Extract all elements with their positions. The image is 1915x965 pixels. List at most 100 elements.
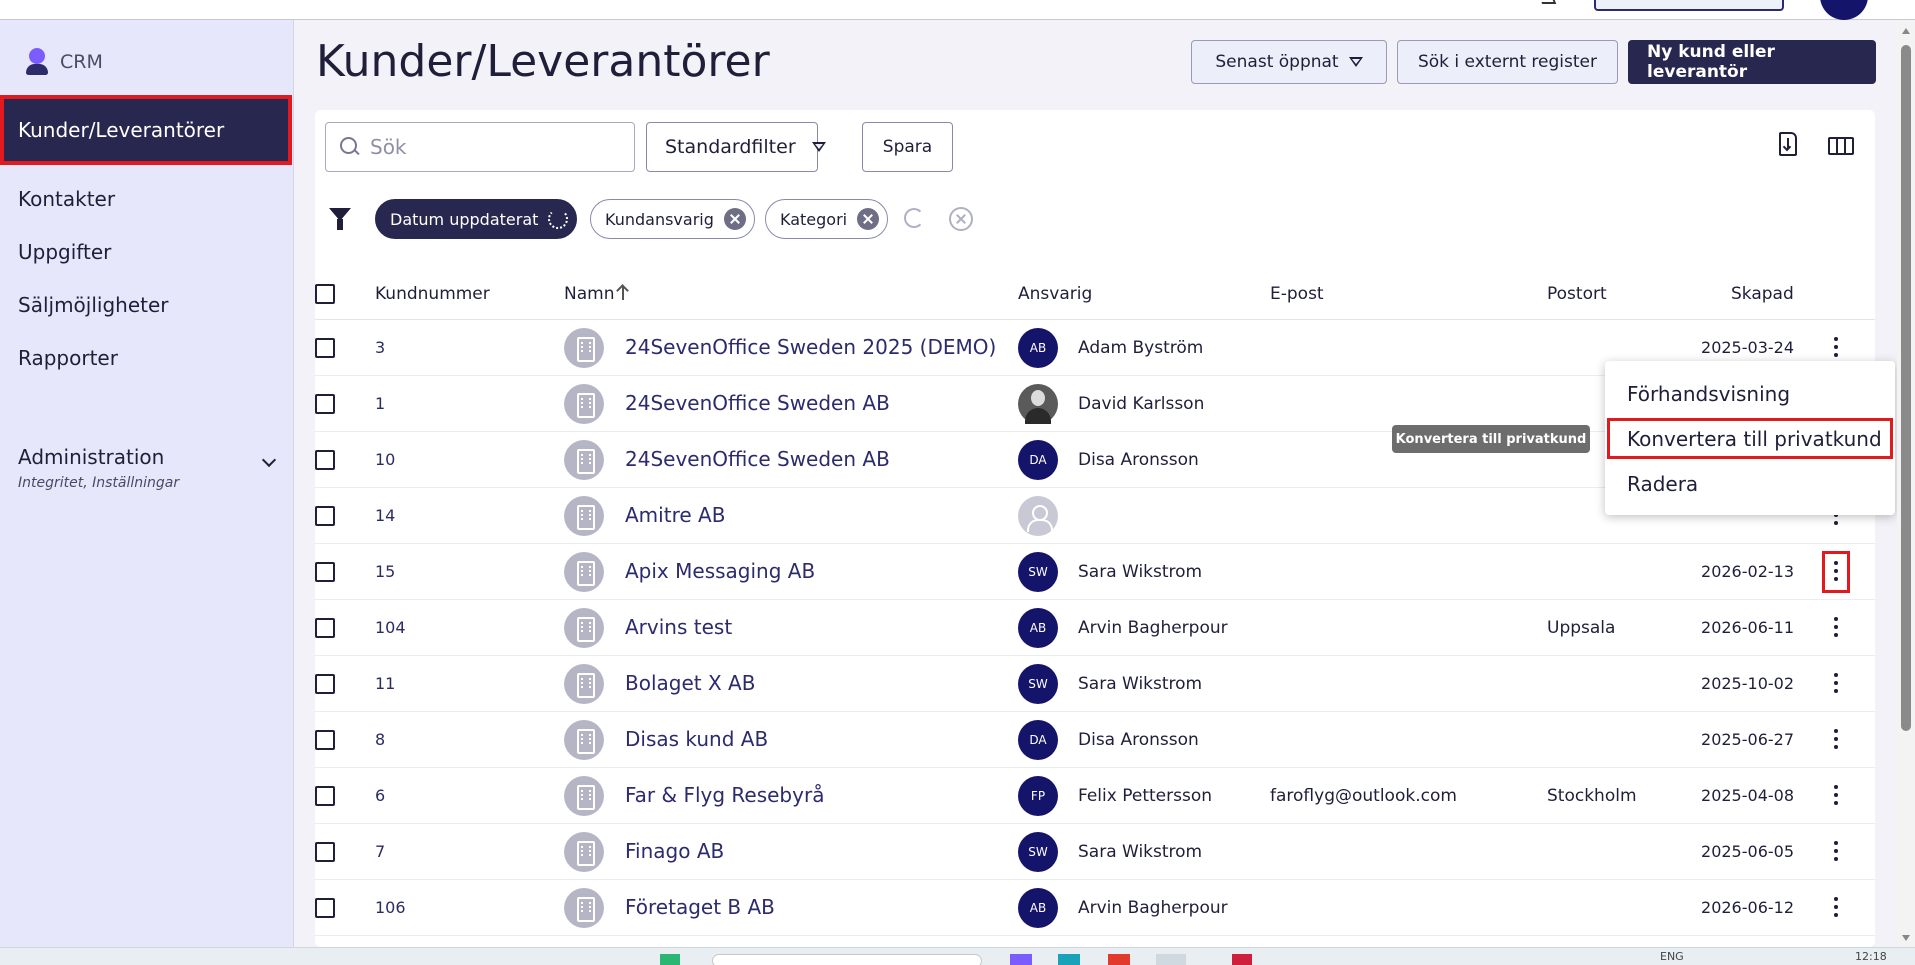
language-indicator[interactable]: ENG [1660,950,1684,963]
more-options-icon[interactable] [1829,614,1843,642]
row-checkbox[interactable] [315,842,335,862]
table-row[interactable]: 11 Bolaget X AB SW Sara Wikstrom 2025-10-02 [315,656,1875,712]
scroll-up-icon[interactable] [1902,28,1910,34]
more-options-icon[interactable] [1829,838,1843,866]
sidebar-item-administration[interactable]: Administration Integritet, Inställningar [18,445,278,491]
column-header-email[interactable]: E-post [1270,284,1324,304]
external-register-button[interactable]: Sök i externt register [1397,40,1618,84]
more-options-icon[interactable] [1829,726,1843,754]
customer-number[interactable]: 7 [375,842,385,861]
more-options-icon[interactable] [1822,551,1850,593]
table-row[interactable]: 8 Disas kund AB DA Disa Aronsson 2025-06-27 [315,712,1875,768]
taskbar-app-icon[interactable] [1010,954,1032,965]
select-all-checkbox[interactable] [315,284,335,304]
search-input[interactable] [370,135,610,159]
row-checkbox[interactable] [315,618,335,638]
refresh-icon[interactable] [548,209,569,229]
remove-chip-icon[interactable] [723,208,746,230]
responsible-name: David Karlsson [1078,394,1205,414]
export-icon[interactable] [1775,132,1803,160]
taskbar-app-icon[interactable] [1058,954,1080,965]
scroll-down-icon[interactable] [1902,935,1910,941]
chip-category[interactable]: Kategori [765,199,889,239]
responsible-avatar: FP [1018,776,1058,816]
chip-account-manager[interactable]: Kundansvarig [590,199,755,239]
menu-item-convert-private[interactable]: Konvertera till privatkund [1605,416,1895,461]
customer-number[interactable]: 106 [375,898,406,917]
row-checkbox[interactable] [315,898,335,918]
customer-name-link[interactable]: Apix Messaging AB [625,559,815,583]
column-header-name[interactable]: Namn [564,284,625,304]
table-row[interactable]: 15 Apix Messaging AB SW Sara Wikstrom 2026-0… [315,544,1875,600]
row-checkbox[interactable] [315,450,335,470]
clear-filters-icon[interactable] [949,207,973,231]
customer-number[interactable]: 10 [375,450,395,469]
customer-number[interactable]: 15 [375,562,395,581]
responsible-avatar: SW [1018,552,1058,592]
customer-number[interactable]: 104 [375,618,406,637]
sidebar-item-reports[interactable]: Rapporter [0,327,294,389]
scrollbar[interactable] [1897,20,1915,947]
menu-item-delete[interactable]: Radera [1605,461,1895,506]
table-row[interactable]: 106 Företaget B AB AB Arvin Bagherpour 2026-… [315,880,1875,936]
table-row[interactable]: 104 Arvins test AB Arvin Bagherpour Uppsala 2… [315,600,1875,656]
clock[interactable]: 12:18 [1855,950,1887,963]
customer-name-link[interactable]: 24SevenOffice Sweden AB [625,391,890,415]
table-row[interactable]: 7 Finago AB SW Sara Wikstrom 2025-06-05 [315,824,1875,880]
customer-name-link[interactable]: Företaget B AB [625,895,775,919]
row-checkbox[interactable] [315,786,335,806]
save-button[interactable]: Spara [862,122,953,172]
row-checkbox[interactable] [315,730,335,750]
customer-number[interactable]: 6 [375,786,385,805]
columns-icon[interactable] [1828,132,1856,160]
more-options-icon[interactable] [1829,334,1843,362]
sidebar-item-customers[interactable]: Kunder/Leverantörer [0,95,292,165]
customer-name-link[interactable]: 24SevenOffice Sweden 2025 (DEMO) [625,335,996,359]
responsible-avatar: AB [1018,888,1058,928]
row-checkbox[interactable] [315,394,335,414]
search-box[interactable] [325,122,635,172]
scrollbar-thumb[interactable] [1901,45,1911,731]
menu-item-preview[interactable]: Förhandsvisning [1605,371,1895,416]
taskbar-app-icon[interactable] [1156,954,1186,965]
more-options-icon[interactable] [1829,782,1843,810]
customer-name-link[interactable]: Disas kund AB [625,727,768,751]
column-header-responsible[interactable]: Ansvarig [1018,284,1092,304]
customer-name-link[interactable]: Amitre AB [625,503,725,527]
customer-number[interactable]: 14 [375,506,395,525]
row-checkbox[interactable] [315,338,335,358]
customer-name-link[interactable]: 24SevenOffice Sweden AB [625,447,890,471]
column-header-city[interactable]: Postort [1547,284,1607,304]
taskbar-app-icon[interactable] [1232,954,1252,965]
taskbar-app-icon[interactable] [1108,954,1130,965]
company-select[interactable] [1594,0,1784,11]
remove-chip-icon[interactable] [857,208,880,230]
help-icon[interactable] [1537,0,1557,4]
row-checkbox[interactable] [315,506,335,526]
reset-filters-icon[interactable] [904,208,924,228]
column-header-number[interactable]: Kundnummer [375,284,490,304]
more-options-icon[interactable] [1829,894,1843,922]
customer-name-link[interactable]: Finago AB [625,839,724,863]
customer-name-link[interactable]: Arvins test [625,615,732,639]
customer-name-link[interactable]: Far & Flyg Resebyrå [625,783,824,807]
customer-name-link[interactable]: Bolaget X AB [625,671,755,695]
standard-filter-select[interactable]: Standardfilter [646,122,826,172]
recently-opened-button[interactable]: Senast öppnat [1191,40,1387,84]
taskbar-app-icon[interactable] [660,954,680,965]
customer-number[interactable]: 8 [375,730,385,749]
customer-number[interactable]: 11 [375,674,395,693]
column-header-created[interactable]: Skapad [1731,284,1794,304]
row-checkbox[interactable] [315,562,335,582]
taskbar-search[interactable] [712,954,982,965]
user-avatar[interactable] [1820,0,1868,20]
responsible-name: Arvin Bagherpour [1078,618,1228,638]
chip-date-updated[interactable]: Datum uppdaterat [375,199,578,239]
table-row[interactable]: 6 Far & Flyg Resebyrå FP Felix Pettersson fa… [315,768,1875,824]
more-options-icon[interactable] [1829,670,1843,698]
row-checkbox[interactable] [315,674,335,694]
customer-number[interactable]: 1 [375,394,385,413]
customer-number[interactable]: 3 [375,338,385,357]
new-customer-button[interactable]: Ny kund eller leverantör [1628,40,1876,84]
filter-funnel-icon[interactable] [329,208,351,230]
